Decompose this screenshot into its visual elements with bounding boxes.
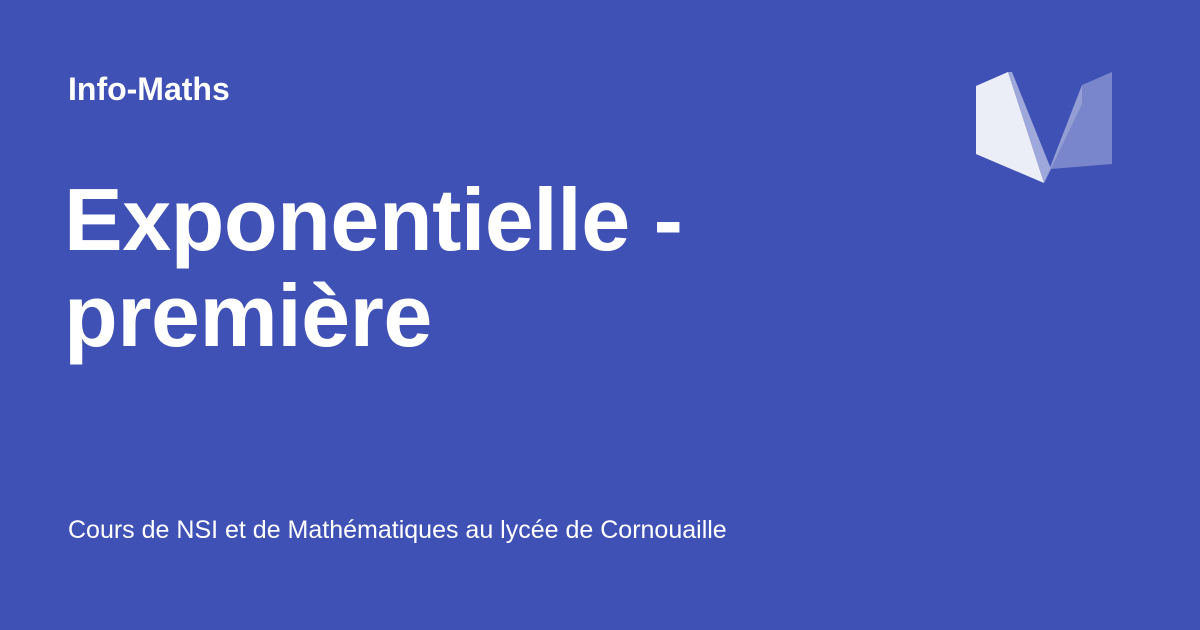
logo-right-panel: [1044, 72, 1112, 183]
site-name: Info-Maths: [68, 71, 230, 107]
social-card: Info-Maths Exponentielle - première Cour…: [0, 0, 1200, 630]
material-m-logo-icon: [976, 72, 1112, 183]
page-title-line-2: première: [64, 266, 432, 365]
page-title-line-1: Exponentielle -: [64, 170, 683, 269]
site-description: Cours de NSI et de Mathématiques au lycé…: [68, 516, 727, 544]
page-title: Exponentielle - première: [64, 172, 864, 364]
